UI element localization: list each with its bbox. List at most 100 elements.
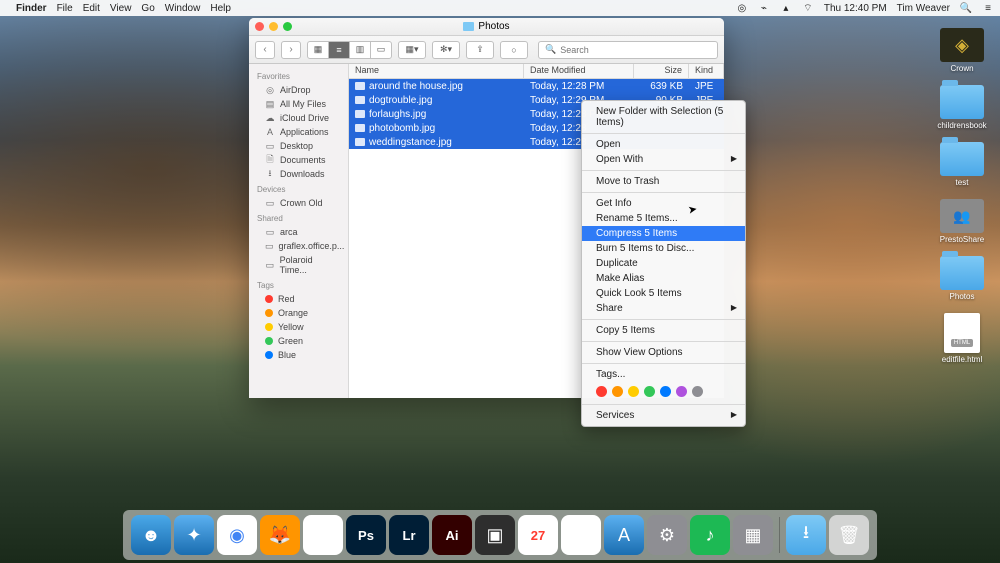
dock-app-photoshop[interactable]: Ps: [346, 515, 386, 555]
sidebar-item[interactable]: ▤All My Files: [249, 97, 348, 111]
context-menu-item[interactable]: Open: [582, 137, 745, 152]
sidebar-item[interactable]: 🗎Documents: [249, 153, 348, 167]
dock-app-firefox[interactable]: 🦊: [260, 515, 300, 555]
close-button[interactable]: [255, 22, 264, 31]
menu-help[interactable]: Help: [210, 3, 231, 14]
context-menu-item[interactable]: Open With▶: [582, 152, 745, 167]
dock-app-chrome[interactable]: ◉: [217, 515, 257, 555]
menubar-user[interactable]: Tim Weaver: [897, 3, 950, 14]
context-menu-item[interactable]: Share▶: [582, 301, 745, 316]
column-view-button[interactable]: ▥: [349, 41, 371, 59]
icon-view-button[interactable]: ▦: [307, 41, 329, 59]
tag-color-icon[interactable]: [612, 386, 623, 397]
sidebar-item[interactable]: ☁iCloud Drive: [249, 111, 348, 125]
dock-app-spotify[interactable]: ♪: [690, 515, 730, 555]
context-menu-item[interactable]: Make Alias: [582, 271, 745, 286]
search-input[interactable]: [560, 45, 711, 55]
dock-app-brackets[interactable]: ▣: [475, 515, 515, 555]
sidebar-item[interactable]: ▭Crown Old: [249, 196, 348, 210]
file-row[interactable]: around the house.jpgToday, 12:28 PM639 K…: [349, 79, 724, 93]
search-field[interactable]: 🔍: [538, 41, 718, 59]
context-menu-item[interactable]: Copy 5 Items: [582, 323, 745, 338]
share-button[interactable]: ⇪: [466, 41, 494, 59]
context-menu-item[interactable]: Quick Look 5 Items: [582, 286, 745, 301]
sidebar-item[interactable]: Orange: [249, 306, 348, 320]
tag-color-icon[interactable]: [596, 386, 607, 397]
dock-app-finder[interactable]: ☻: [131, 515, 171, 555]
sidebar-item[interactable]: ▭arca: [249, 225, 348, 239]
list-view-button[interactable]: ≡: [328, 41, 350, 59]
sidebar-item-icon: 🗎: [265, 155, 275, 165]
sidebar-item[interactable]: ◎AirDrop: [249, 83, 348, 97]
col-size[interactable]: Size: [634, 64, 689, 78]
bluetooth-icon[interactable]: ⌁: [758, 2, 770, 14]
dock-app-downloads[interactable]: ⭳: [786, 515, 826, 555]
sidebar-item[interactable]: ⭳Downloads: [249, 167, 348, 181]
context-menu-item[interactable]: Move to Trash: [582, 174, 745, 189]
col-date[interactable]: Date Modified: [524, 64, 634, 78]
context-menu-item[interactable]: Tags...: [582, 367, 745, 382]
window-titlebar[interactable]: Photos: [249, 18, 724, 36]
context-menu-item[interactable]: Show View Options: [582, 345, 745, 360]
dock-app-trash[interactable]: 🗑: [829, 515, 869, 555]
context-menu-item[interactable]: Compress 5 Items: [582, 226, 745, 241]
context-menu-item[interactable]: Burn 5 Items to Disc...: [582, 241, 745, 256]
desktop-item[interactable]: Photos: [932, 256, 992, 301]
dock-app-notes[interactable]: ≡: [561, 515, 601, 555]
menu-go[interactable]: Go: [141, 3, 154, 14]
dock-app-safari[interactable]: ✦: [174, 515, 214, 555]
sidebar-item[interactable]: Green: [249, 334, 348, 348]
menu-file[interactable]: File: [57, 3, 73, 14]
wifi-icon[interactable]: ⌔: [802, 2, 814, 14]
sidebar-item[interactable]: ▭Desktop: [249, 139, 348, 153]
arrange-button[interactable]: ▦▾: [398, 41, 426, 59]
desktop-item[interactable]: ◈Crown: [932, 28, 992, 73]
context-menu-item[interactable]: Services▶: [582, 408, 745, 423]
spotlight-icon[interactable]: 🔍: [960, 2, 972, 14]
tag-color-icon[interactable]: [660, 386, 671, 397]
app-menu[interactable]: Finder: [16, 3, 47, 14]
tag-color-icon[interactable]: [628, 386, 639, 397]
dock-app-illustrator[interactable]: Ai: [432, 515, 472, 555]
col-name[interactable]: Name: [349, 64, 524, 78]
tags-button[interactable]: ○: [500, 41, 528, 59]
sidebar-item[interactable]: Blue: [249, 348, 348, 362]
tag-color-icon[interactable]: [644, 386, 655, 397]
dock-app-lightroom[interactable]: Lr: [389, 515, 429, 555]
menu-view[interactable]: View: [110, 3, 132, 14]
dock-app-calendar[interactable]: 27: [518, 515, 558, 555]
coverflow-view-button[interactable]: ▭: [370, 41, 392, 59]
context-menu-item[interactable]: Duplicate: [582, 256, 745, 271]
dock-app-appstore[interactable]: A: [604, 515, 644, 555]
context-menu-item[interactable]: Get Info: [582, 196, 745, 211]
sidebar-item[interactable]: AApplications: [249, 125, 348, 139]
column-headers[interactable]: Name Date Modified Size Kind: [349, 64, 724, 79]
dock-app-mail[interactable]: ✉: [303, 515, 343, 555]
context-menu-item[interactable]: Rename 5 Items...: [582, 211, 745, 226]
forward-button[interactable]: ›: [281, 41, 301, 59]
dock-app-preview[interactable]: ▦: [733, 515, 773, 555]
dock-app-sysprefs[interactable]: ⚙: [647, 515, 687, 555]
sidebar-item[interactable]: ▭Polaroid Time...: [249, 253, 348, 277]
sidebar-item[interactable]: Yellow: [249, 320, 348, 334]
desktop-item[interactable]: HTMLeditfile.html: [932, 313, 992, 364]
action-menu-button[interactable]: ✻▾: [432, 41, 460, 59]
desktop-item[interactable]: test: [932, 142, 992, 187]
col-kind[interactable]: Kind: [689, 64, 724, 78]
minimize-button[interactable]: [269, 22, 278, 31]
zoom-button[interactable]: [283, 22, 292, 31]
context-menu-item[interactable]: New Folder with Selection (5 Items): [582, 104, 745, 130]
menu-edit[interactable]: Edit: [83, 3, 100, 14]
desktop-item[interactable]: childrensbook: [932, 85, 992, 130]
desktop-item[interactable]: 👥PrestoShare: [932, 199, 992, 244]
airplay-icon[interactable]: ▴: [780, 2, 792, 14]
status-icon[interactable]: ◎: [736, 2, 748, 14]
back-button[interactable]: ‹: [255, 41, 275, 59]
notification-center-icon[interactable]: ≡: [982, 2, 994, 14]
menu-window[interactable]: Window: [165, 3, 201, 14]
menubar-clock[interactable]: Thu 12:40 PM: [824, 3, 887, 14]
tag-color-icon[interactable]: [676, 386, 687, 397]
tag-color-icon[interactable]: [692, 386, 703, 397]
sidebar-item[interactable]: ▭graflex.office.p...: [249, 239, 348, 253]
sidebar-item[interactable]: Red: [249, 292, 348, 306]
